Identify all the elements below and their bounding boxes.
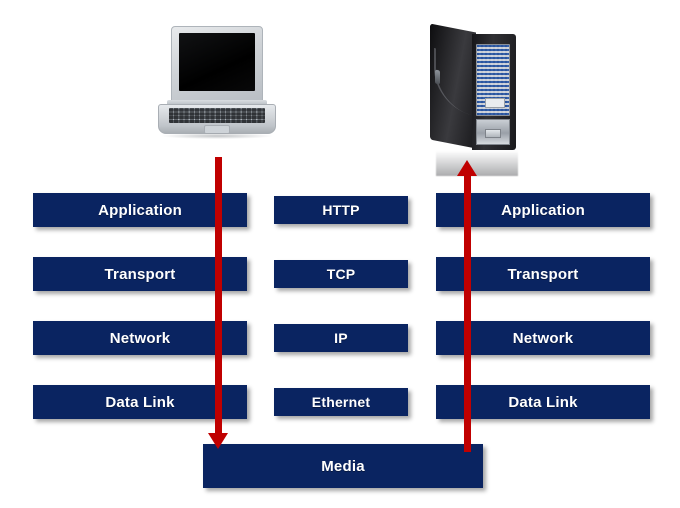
server-layer-network-label: Network xyxy=(512,329,574,347)
laptop-keyboard xyxy=(169,108,265,123)
laptop-shadow xyxy=(162,133,272,139)
protocol-tcp[interactable]: TCP xyxy=(274,260,408,288)
server-layer-application-label: Application xyxy=(501,201,585,219)
media-bar[interactable]: Media xyxy=(203,444,483,488)
upstream-arrow-head xyxy=(457,160,477,176)
protocol-http[interactable]: HTTP xyxy=(274,196,408,224)
upstream-arrow xyxy=(457,160,477,452)
protocol-tcp-label: TCP xyxy=(326,266,356,282)
laptop-icon xyxy=(158,26,276,139)
client-layer-application-label: Application xyxy=(98,201,182,219)
protocol-ethernet-label: Ethernet xyxy=(311,394,371,410)
client-layer-transport-label: Transport xyxy=(104,265,176,283)
client-layer-network-label: Network xyxy=(109,329,171,347)
server-layer-transport-label: Transport xyxy=(507,265,579,283)
server-drive-bay xyxy=(476,119,510,145)
laptop-lid xyxy=(171,26,263,102)
protocol-ip[interactable]: IP xyxy=(274,324,408,352)
protocol-ethernet[interactable]: Ethernet xyxy=(274,388,408,416)
client-layer-data-link-label: Data Link xyxy=(105,393,175,411)
diagram-canvas: Application Transport Network Data Link … xyxy=(0,0,680,508)
media-bar-label: Media xyxy=(321,457,365,475)
server-reflection xyxy=(436,146,518,176)
protocol-http-label: HTTP xyxy=(322,202,360,218)
downstream-arrow-shaft xyxy=(215,157,222,433)
downstream-arrow xyxy=(208,157,228,449)
protocol-ip-label: IP xyxy=(334,330,348,346)
server-badge xyxy=(435,69,440,85)
upstream-arrow-shaft xyxy=(464,176,471,452)
server-tower-icon xyxy=(428,18,532,176)
downstream-arrow-head xyxy=(208,433,228,449)
laptop-screen xyxy=(179,33,255,91)
server-layer-data-link-label: Data Link xyxy=(508,393,578,411)
server-label-plate xyxy=(485,98,505,108)
